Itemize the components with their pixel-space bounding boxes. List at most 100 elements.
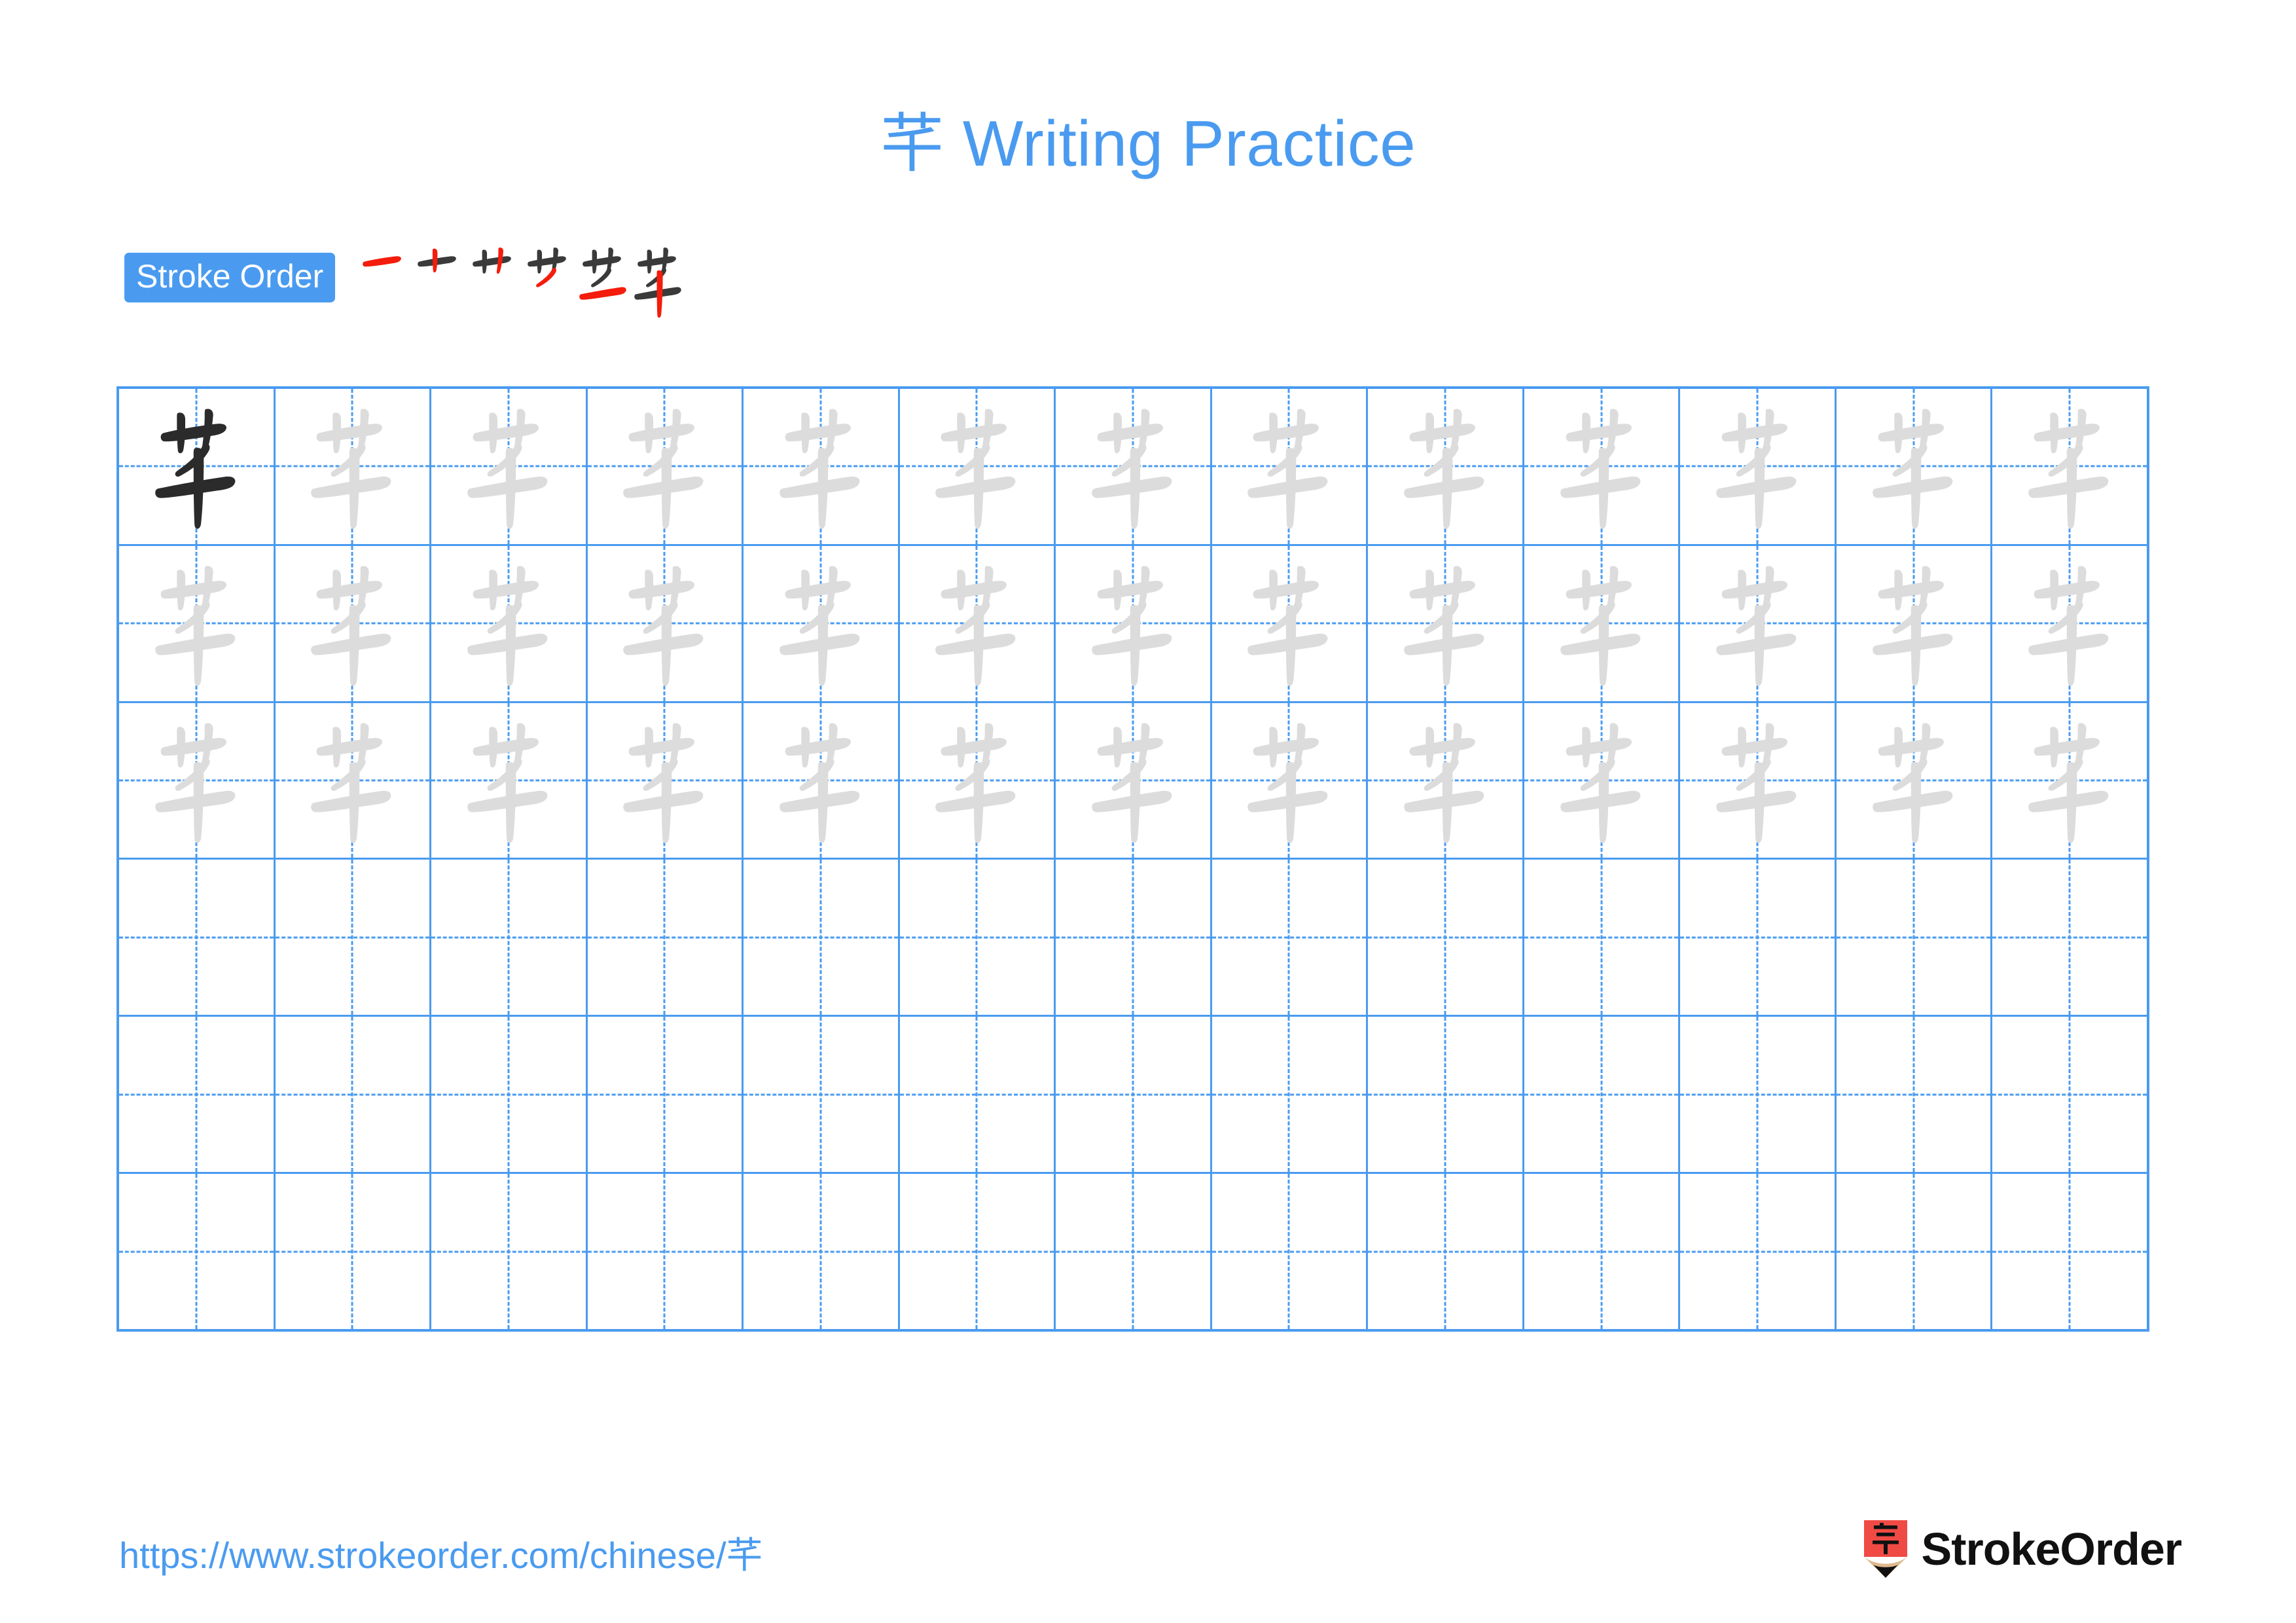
- character-glyph-trace: [1368, 703, 1522, 858]
- practice-cell-trace[interactable]: [1992, 389, 2147, 544]
- footer-url[interactable]: https://www.strokeorder.com/chinese/芊: [119, 1537, 763, 1575]
- practice-cell-trace[interactable]: [744, 389, 900, 544]
- character-glyph-trace: [588, 389, 742, 544]
- practice-grid-row: [119, 1174, 2147, 1329]
- practice-cell-blank[interactable]: [1212, 1017, 1369, 1173]
- practice-cell-blank[interactable]: [119, 1174, 276, 1329]
- character-glyph-trace: [431, 703, 586, 858]
- practice-cell-blank[interactable]: [1992, 1017, 2147, 1172]
- practice-cell-blank[interactable]: [119, 860, 276, 1015]
- practice-cell-trace[interactable]: [1368, 702, 1524, 858]
- practice-cell-blank[interactable]: [1056, 1174, 1212, 1329]
- practice-cell-blank[interactable]: [276, 1017, 432, 1173]
- character-glyph-trace: [1992, 546, 2147, 701]
- practice-cell-blank[interactable]: [431, 860, 588, 1015]
- practice-cell-blank[interactable]: [431, 1174, 588, 1329]
- practice-cell-trace[interactable]: [119, 702, 276, 858]
- character-glyph-trace: [1212, 389, 1367, 544]
- practice-cell-trace[interactable]: [1680, 545, 1837, 701]
- practice-cell-trace[interactable]: [1212, 545, 1369, 701]
- practice-cell-trace[interactable]: [276, 702, 432, 858]
- stroke-step-6: [631, 242, 686, 321]
- practice-cell-trace[interactable]: [1524, 545, 1681, 701]
- character-glyph-trace: [276, 389, 430, 544]
- practice-cell-trace[interactable]: [1368, 389, 1524, 544]
- practice-cell-blank[interactable]: [900, 860, 1056, 1015]
- practice-cell-trace[interactable]: [1056, 545, 1212, 701]
- practice-grid-row: [119, 545, 2147, 703]
- practice-cell-trace[interactable]: [1524, 702, 1681, 858]
- practice-cell-blank[interactable]: [1837, 860, 1993, 1015]
- practice-cell-blank[interactable]: [1837, 1174, 1993, 1329]
- practice-cell-blank[interactable]: [1056, 1017, 1212, 1173]
- practice-cell-trace[interactable]: [1056, 389, 1212, 544]
- practice-cell-trace[interactable]: [1837, 702, 1993, 858]
- practice-cell-trace[interactable]: [900, 702, 1056, 858]
- character-glyph-trace: [1056, 389, 1210, 544]
- practice-cell-blank[interactable]: [1680, 860, 1837, 1015]
- practice-cell-blank[interactable]: [1524, 1017, 1681, 1173]
- practice-cell-blank[interactable]: [1368, 860, 1524, 1015]
- practice-cell-blank[interactable]: [276, 1174, 432, 1329]
- practice-cell-blank[interactable]: [744, 860, 900, 1015]
- practice-cell-trace[interactable]: [744, 702, 900, 858]
- practice-cell-blank[interactable]: [276, 860, 432, 1015]
- practice-cell-trace[interactable]: [1992, 546, 2147, 701]
- practice-cell-blank[interactable]: [1992, 1174, 2147, 1329]
- practice-cell-blank[interactable]: [1680, 1174, 1837, 1329]
- practice-cell-blank[interactable]: [588, 1174, 744, 1329]
- practice-cell-model[interactable]: [119, 389, 276, 544]
- practice-cell-blank[interactable]: [1680, 1017, 1837, 1173]
- practice-cell-trace[interactable]: [744, 545, 900, 701]
- practice-cell-trace[interactable]: [276, 389, 432, 544]
- practice-cell-trace[interactable]: [588, 389, 744, 544]
- practice-cell-trace[interactable]: [276, 545, 432, 701]
- stroke-step-2: [411, 242, 466, 321]
- practice-cell-trace[interactable]: [588, 702, 744, 858]
- practice-cell-trace[interactable]: [1680, 389, 1837, 544]
- practice-cell-trace[interactable]: [1992, 703, 2147, 858]
- practice-cell-blank[interactable]: [1368, 1017, 1524, 1173]
- practice-cell-blank[interactable]: [744, 1174, 900, 1329]
- practice-cell-blank[interactable]: [1837, 1017, 1993, 1173]
- stroke-step-4: [521, 242, 576, 321]
- practice-cell-blank[interactable]: [431, 1017, 588, 1173]
- practice-grid-row: [119, 860, 2147, 1017]
- practice-cell-trace[interactable]: [1056, 702, 1212, 858]
- practice-cell-trace[interactable]: [119, 545, 276, 701]
- practice-cell-blank[interactable]: [1368, 1174, 1524, 1329]
- practice-cell-trace[interactable]: [1212, 702, 1369, 858]
- character-glyph-trace: [744, 703, 898, 858]
- practice-cell-trace[interactable]: [1680, 702, 1837, 858]
- practice-cell-blank[interactable]: [744, 1017, 900, 1173]
- practice-cell-blank[interactable]: [588, 860, 744, 1015]
- practice-cell-trace[interactable]: [1837, 545, 1993, 701]
- character-glyph-trace: [276, 546, 430, 701]
- practice-cell-blank[interactable]: [1212, 860, 1369, 1015]
- practice-grid-row: [119, 389, 2147, 546]
- practice-cell-trace[interactable]: [900, 545, 1056, 701]
- practice-cell-blank[interactable]: [1992, 860, 2147, 1015]
- practice-cell-blank[interactable]: [1524, 1174, 1681, 1329]
- practice-cell-trace[interactable]: [1212, 389, 1369, 544]
- practice-cell-blank[interactable]: [1212, 1174, 1369, 1329]
- practice-cell-blank[interactable]: [900, 1017, 1056, 1173]
- practice-cell-trace[interactable]: [1837, 389, 1993, 544]
- practice-cell-trace[interactable]: [588, 545, 744, 701]
- practice-grid-row: [119, 1017, 2147, 1175]
- practice-cell-blank[interactable]: [119, 1017, 276, 1173]
- character-glyph-trace: [900, 389, 1054, 544]
- practice-cell-trace[interactable]: [900, 389, 1056, 544]
- practice-cell-blank[interactable]: [900, 1174, 1056, 1329]
- practice-cell-trace[interactable]: [1524, 389, 1681, 544]
- practice-cell-trace[interactable]: [431, 702, 588, 858]
- practice-cell-trace[interactable]: [431, 545, 588, 701]
- practice-cell-blank[interactable]: [1524, 860, 1681, 1015]
- brand-logo[interactable]: StrokeOrder: [1863, 1519, 2182, 1579]
- character-glyph-trace: [744, 546, 898, 701]
- practice-cell-blank[interactable]: [588, 1017, 744, 1173]
- character-glyph-trace: [1524, 389, 1679, 544]
- practice-cell-blank[interactable]: [1056, 860, 1212, 1015]
- practice-cell-trace[interactable]: [1368, 545, 1524, 701]
- practice-cell-trace[interactable]: [431, 389, 588, 544]
